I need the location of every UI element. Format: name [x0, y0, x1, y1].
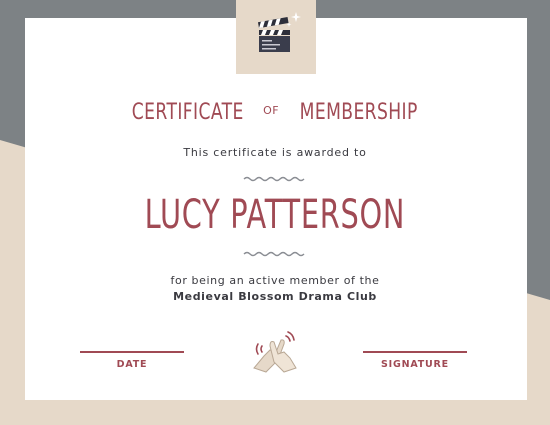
recipient-name: LUCY PATTERSON: [144, 192, 406, 238]
date-label: DATE: [116, 359, 148, 370]
clapperboard-icon: [257, 12, 301, 52]
organization-name: Medieval Blossom Drama Club: [173, 290, 377, 303]
signature-label: SIGNATURE: [381, 359, 449, 370]
clapping-hands-icon: [253, 331, 297, 373]
signature-line: [363, 351, 467, 353]
wavy-divider-bottom: [243, 251, 305, 257]
award-subtitle: This certificate is awarded to: [183, 146, 367, 159]
title-membership: MEMBERSHIP: [299, 100, 418, 125]
certificate-title: CERTIFICATE OF MEMBERSHIP: [0, 100, 550, 125]
reason-text: for being an active member of the: [170, 274, 380, 287]
wavy-divider-top: [243, 176, 305, 182]
title-certificate: CERTIFICATE: [131, 100, 244, 125]
title-of: OF: [263, 104, 280, 117]
date-line: [80, 351, 184, 353]
